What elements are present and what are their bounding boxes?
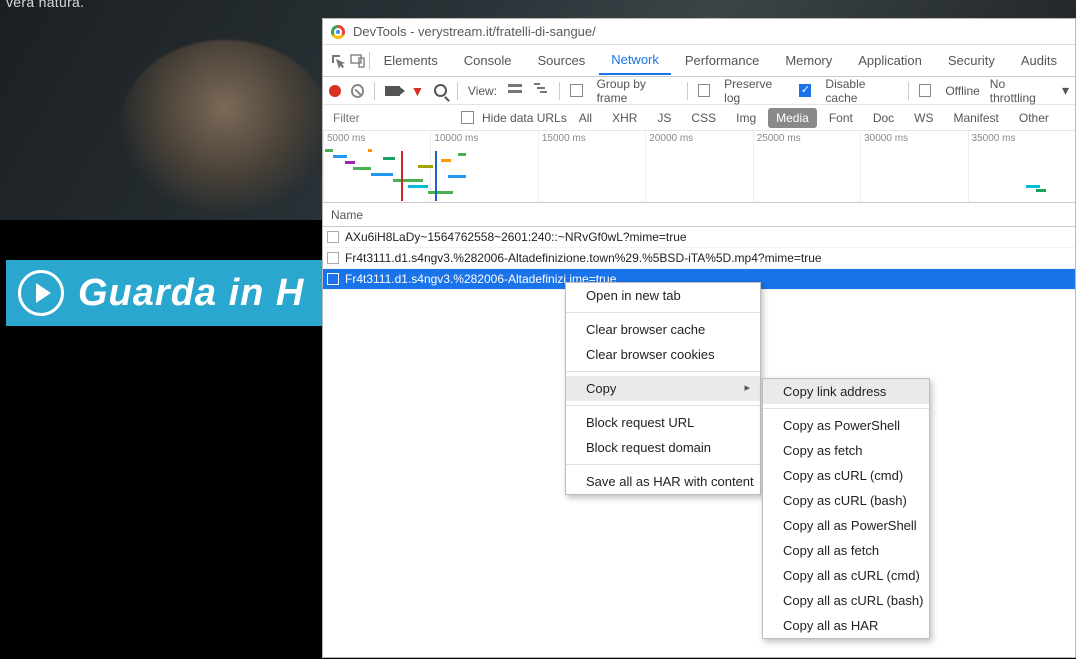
tab-network[interactable]: Network	[599, 46, 671, 75]
tab-security[interactable]: Security	[936, 47, 1007, 74]
play-icon	[18, 270, 64, 316]
tick-label: 20000 ms	[649, 133, 693, 144]
preserve-log-label: Preserve log	[724, 77, 789, 105]
search-icon[interactable]	[434, 84, 447, 97]
file-icon	[327, 252, 339, 264]
ctx-copy-powershell[interactable]: Copy as PowerShell	[763, 413, 929, 438]
ctx-copy-curl-cmd[interactable]: Copy as cURL (cmd)	[763, 463, 929, 488]
network-row[interactable]: AXu6iH8LaDy~1564762558~2601:240::~NRvGf0…	[323, 227, 1075, 248]
ctx-save-har[interactable]: Save all as HAR with content	[566, 469, 760, 494]
copy-submenu: Copy link address Copy as PowerShell Cop…	[762, 378, 930, 639]
devtools-titlebar: DevTools - verystream.it/fratelli-di-san…	[323, 19, 1075, 45]
hide-data-urls-label: Hide data URLs	[482, 111, 567, 125]
tab-console[interactable]: Console	[452, 47, 524, 74]
request-name: AXu6iH8LaDy~1564762558~2601:240::~NRvGf0…	[345, 230, 687, 244]
type-all[interactable]: All	[571, 108, 600, 128]
inspect-icon[interactable]	[329, 48, 347, 74]
ctx-copy-all-curl-bash[interactable]: Copy all as cURL (bash)	[763, 588, 929, 613]
file-icon	[327, 273, 339, 285]
ctx-open-new-tab[interactable]: Open in new tab	[566, 283, 760, 308]
tick-label: 30000 ms	[864, 133, 908, 144]
tick-label: 15000 ms	[542, 133, 586, 144]
face-image	[120, 40, 330, 210]
type-manifest[interactable]: Manifest	[946, 108, 1007, 128]
ctx-copy-fetch[interactable]: Copy as fetch	[763, 438, 929, 463]
ctx-block-url[interactable]: Block request URL	[566, 410, 760, 435]
file-icon	[327, 231, 339, 243]
network-row[interactable]: Fr4t3111.d1.s4ngv3.%282006-Altadefinizio…	[323, 248, 1075, 269]
column-header-name[interactable]: Name	[323, 203, 1075, 227]
tick-label: 25000 ms	[757, 133, 801, 144]
separator	[687, 82, 688, 100]
type-img[interactable]: Img	[728, 108, 764, 128]
request-name: Fr4t3111.d1.s4ngv3.%282006-Altadefinizio…	[345, 251, 822, 265]
view-waterfall-icon[interactable]	[533, 81, 549, 100]
watch-label: Guarda in H	[78, 272, 304, 315]
offline-checkbox[interactable]	[919, 84, 932, 97]
type-js[interactable]: JS	[649, 108, 679, 128]
ctx-clear-cookies[interactable]: Clear browser cookies	[566, 342, 760, 367]
group-by-frame-checkbox[interactable]	[570, 84, 583, 97]
record-icon[interactable]	[329, 85, 341, 97]
tab-performance[interactable]: Performance	[673, 47, 771, 74]
disable-cache-label: Disable cache	[825, 77, 897, 105]
overlay-caption: vera natura.	[6, 0, 84, 10]
type-xhr[interactable]: XHR	[604, 108, 645, 128]
separator	[457, 82, 458, 100]
timeline-overview[interactable]: 5000 ms 10000 ms 15000 ms 20000 ms 25000…	[323, 131, 1075, 203]
tab-application[interactable]: Application	[846, 47, 934, 74]
clear-icon[interactable]	[351, 84, 365, 98]
device-toggle-icon[interactable]	[349, 48, 367, 74]
throttling-select[interactable]: No throttling	[990, 77, 1052, 105]
filter-row: Hide data URLs All XHR JS CSS Img Media …	[323, 105, 1075, 131]
preserve-log-checkbox[interactable]	[698, 84, 711, 97]
watch-hd-button[interactable]: Guarda in H	[6, 260, 322, 326]
tab-elements[interactable]: Elements	[372, 47, 450, 74]
view-large-icon[interactable]	[507, 81, 523, 100]
separator	[559, 82, 560, 100]
ctx-copy-all-har[interactable]: Copy all as HAR	[763, 613, 929, 638]
ctx-copy-submenu[interactable]: Copy	[566, 376, 760, 401]
tick-label: 10000 ms	[434, 133, 478, 144]
tab-audits[interactable]: Audits	[1009, 47, 1069, 74]
devtools-title-text: DevTools - verystream.it/fratelli-di-san…	[353, 24, 596, 39]
separator	[369, 52, 370, 70]
type-font[interactable]: Font	[821, 108, 861, 128]
tab-sources[interactable]: Sources	[526, 47, 598, 74]
offline-label: Offline	[945, 84, 979, 98]
network-toolbar: ▼ View: Group by frame Preserve log Disa…	[323, 77, 1075, 105]
type-css[interactable]: CSS	[683, 108, 724, 128]
view-label: View:	[468, 84, 497, 98]
disable-cache-checkbox[interactable]	[799, 84, 812, 97]
ctx-copy-all-fetch[interactable]: Copy all as fetch	[763, 538, 929, 563]
filter-icon[interactable]: ▼	[410, 83, 424, 99]
group-by-frame-label: Group by frame	[597, 77, 677, 105]
devtools-tab-row: Elements Console Sources Network Perform…	[323, 45, 1075, 77]
context-menu: Open in new tab Clear browser cache Clea…	[565, 282, 761, 495]
separator	[374, 82, 375, 100]
separator	[908, 82, 909, 100]
type-ws[interactable]: WS	[906, 108, 941, 128]
ctx-clear-cache[interactable]: Clear browser cache	[566, 317, 760, 342]
screenshot-icon[interactable]	[385, 86, 400, 96]
ctx-copy-all-curl-cmd[interactable]: Copy all as cURL (cmd)	[763, 563, 929, 588]
throttling-dropdown-icon[interactable]: ▾	[1062, 82, 1069, 99]
ctx-copy-curl-bash[interactable]: Copy as cURL (bash)	[763, 488, 929, 513]
ctx-copy-all-powershell[interactable]: Copy all as PowerShell	[763, 513, 929, 538]
tab-memory[interactable]: Memory	[773, 47, 844, 74]
tick-label: 35000 ms	[972, 133, 1016, 144]
timeline-bars	[323, 145, 1075, 202]
filter-input[interactable]	[327, 108, 457, 128]
type-doc[interactable]: Doc	[865, 108, 902, 128]
tick-label: 5000 ms	[327, 133, 365, 144]
chrome-icon	[331, 25, 345, 39]
hide-data-urls-checkbox[interactable]	[461, 111, 474, 124]
ctx-copy-link-address[interactable]: Copy link address	[763, 379, 929, 404]
ctx-block-domain[interactable]: Block request domain	[566, 435, 760, 460]
type-media[interactable]: Media	[768, 108, 817, 128]
type-other[interactable]: Other	[1011, 108, 1057, 128]
